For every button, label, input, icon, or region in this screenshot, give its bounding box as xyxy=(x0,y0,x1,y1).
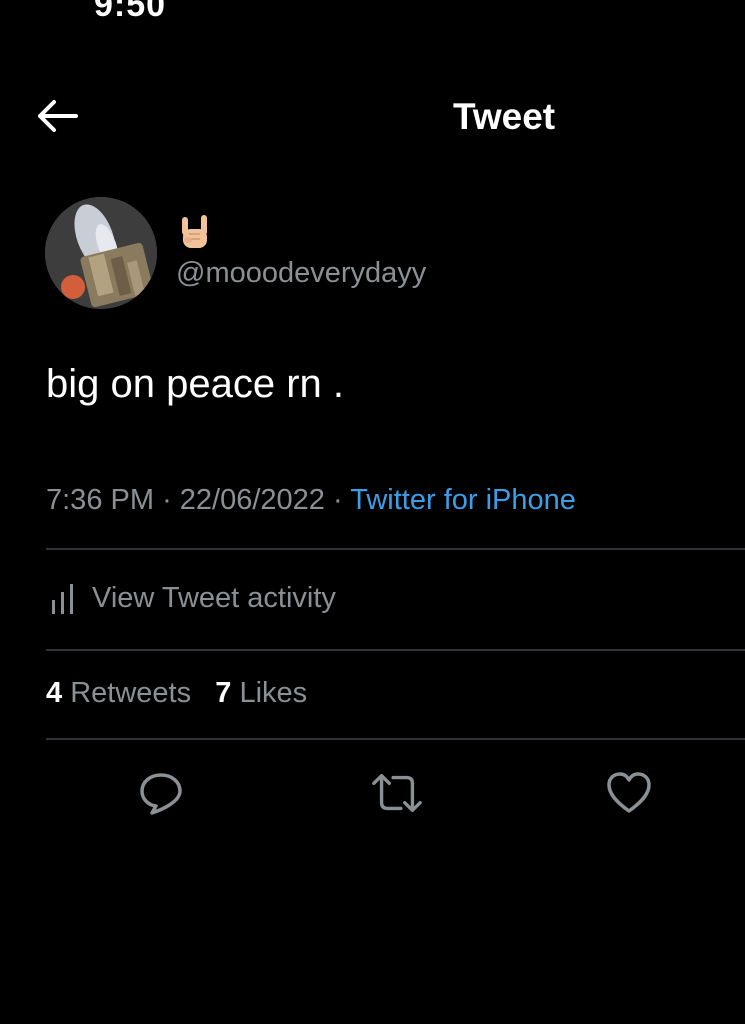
divider xyxy=(46,649,745,651)
divider xyxy=(46,738,745,740)
view-tweet-activity-button[interactable]: View Tweet activity xyxy=(50,580,336,616)
tweet-stats: 4 Retweets 7 Likes xyxy=(46,677,307,710)
likes-stat[interactable]: 7 Likes xyxy=(215,677,307,709)
tweet-time: 7:36 PM xyxy=(46,484,154,516)
tweet-meta: 7:36 PM · 22/06/2022 · Twitter for iPhon… xyxy=(46,484,576,517)
meta-separator: · xyxy=(333,484,343,516)
back-button[interactable] xyxy=(32,96,80,136)
back-arrow-icon xyxy=(38,100,78,132)
divider xyxy=(46,548,745,550)
retweet-icon xyxy=(372,773,422,813)
retweets-stat[interactable]: 4 Retweets xyxy=(46,677,191,709)
retweet-button[interactable] xyxy=(370,766,424,820)
rock-on-hand-emoji-icon xyxy=(182,215,207,248)
tweet-date: 22/06/2022 xyxy=(179,484,325,516)
view-tweet-activity-label: View Tweet activity xyxy=(92,581,336,614)
reply-icon xyxy=(140,773,182,815)
tweet-text: big on peace rn . xyxy=(46,362,344,406)
heart-icon xyxy=(607,772,651,813)
meta-separator: · xyxy=(162,484,172,516)
status-bar-time: 9:50 xyxy=(94,0,167,24)
likes-label: Likes xyxy=(239,677,308,709)
avatar-image xyxy=(45,197,157,309)
retweets-label: Retweets xyxy=(70,677,192,709)
likes-count: 7 xyxy=(215,677,232,709)
user-handle[interactable]: @mooodeverydayy xyxy=(176,257,426,290)
avatar[interactable] xyxy=(45,197,157,309)
tweet-source-link[interactable]: Twitter for iPhone xyxy=(350,484,576,516)
retweets-count: 4 xyxy=(46,677,63,709)
bar-chart-icon xyxy=(52,584,73,614)
like-button[interactable] xyxy=(602,766,656,820)
reply-button[interactable] xyxy=(134,766,188,820)
page-title: Tweet xyxy=(453,96,556,137)
